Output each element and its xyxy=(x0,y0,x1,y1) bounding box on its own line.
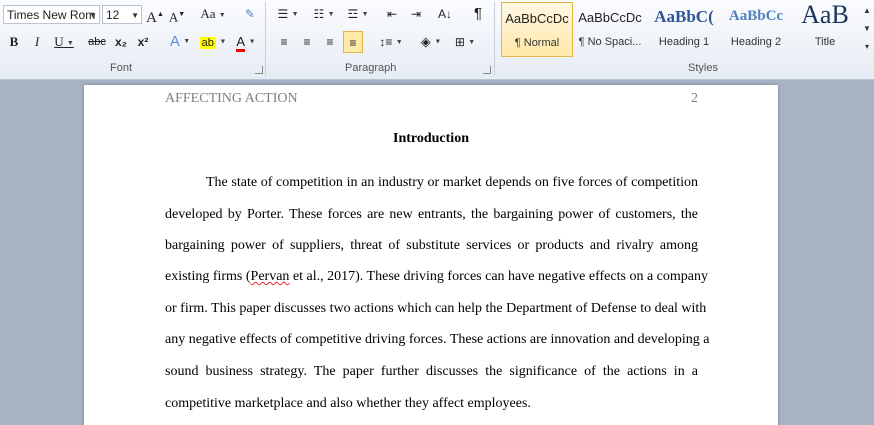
style-no-spacing[interactable]: AaBbCcDc ¶ No Spaci... xyxy=(574,2,646,57)
line-spacing-button[interactable]: ↕≡ ▼ xyxy=(376,31,406,53)
paragraph-dialog-launcher-icon[interactable] xyxy=(483,66,491,74)
paragraph-group-label: Paragraph xyxy=(345,62,397,74)
font-dialog-launcher-icon[interactable] xyxy=(255,66,263,74)
subscript-button[interactable]: x₂ xyxy=(112,31,130,53)
shrink-font-button[interactable]: A▼ xyxy=(168,3,186,25)
paragraph-line: competitive marketplace and also whether… xyxy=(165,396,531,411)
paragraph-line: developed by Porter. These forces are ne… xyxy=(165,207,698,222)
font-color-button[interactable]: A ▼ xyxy=(232,31,260,53)
bullets-button[interactable]: ☰ ▼ xyxy=(272,3,304,25)
highlight-button[interactable]: ab ▼ xyxy=(198,31,228,53)
gallery-up-icon[interactable]: ▲ xyxy=(860,2,874,20)
decrease-indent-button[interactable]: ⇤ xyxy=(382,3,402,25)
justify-button[interactable]: ≡ xyxy=(343,31,363,53)
font-name-value: Times New Rom xyxy=(7,8,96,22)
paragraph-line: existing firms (Pervan et al., 2017). Th… xyxy=(165,269,708,284)
shading-button[interactable]: ◈ ▼ xyxy=(416,31,446,53)
change-case-button[interactable]: Aa ▼ xyxy=(198,3,228,25)
multilevel-list-button[interactable]: ☲ ▼ xyxy=(342,3,374,25)
font-group-label: Font xyxy=(110,62,133,74)
group-divider xyxy=(494,2,495,76)
styles-gallery: AaBbCcDc ¶ Normal AaBbCcDc ¶ No Spaci...… xyxy=(500,0,874,59)
style-heading-1[interactable]: AaBbC( Heading 1 xyxy=(648,2,720,57)
align-right-button[interactable]: ≡ xyxy=(320,31,340,53)
grow-font-button[interactable]: A▲ xyxy=(146,3,164,26)
ribbon: Times New Rom ▼ 12 ▼ A▲ A▼ Aa ▼ ✎ B I U … xyxy=(0,0,874,80)
running-header: AFFECTING ACTION xyxy=(165,91,298,106)
gallery-more-icon[interactable]: ▾ xyxy=(860,38,874,56)
document-page[interactable]: AFFECTING ACTION 2 Introduction The stat… xyxy=(84,85,778,425)
style-normal[interactable]: AaBbCcDc ¶ Normal xyxy=(501,2,573,57)
style-heading-2[interactable]: AaBbCc Heading 2 xyxy=(720,2,792,57)
gallery-down-icon[interactable]: ▼ xyxy=(860,20,874,38)
spelling-error-mark[interactable]: Pervan xyxy=(251,269,290,284)
paragraph-line: bargaining power of suppliers, threat of… xyxy=(165,238,698,253)
italic-button[interactable]: I xyxy=(29,31,45,53)
section-heading: Introduction xyxy=(393,131,469,146)
styles-group-label: Styles xyxy=(688,62,718,74)
bold-button[interactable]: B xyxy=(6,31,22,53)
show-marks-button[interactable]: ¶ xyxy=(468,3,488,25)
highlighter-icon: ab xyxy=(199,37,216,49)
group-divider xyxy=(265,2,266,76)
chevron-down-icon[interactable]: ▼ xyxy=(131,6,139,25)
align-center-button[interactable]: ≡ xyxy=(297,31,317,53)
style-title[interactable]: AaB Title xyxy=(790,0,860,57)
increase-indent-button[interactable]: ⇥ xyxy=(406,3,426,25)
align-left-button[interactable]: ≡ xyxy=(274,31,294,53)
paragraph-line: or firm. This paper discusses two action… xyxy=(165,301,707,316)
font-size-combo[interactable]: 12 ▼ xyxy=(102,5,142,24)
paragraph-line: any negative effects of competitive driv… xyxy=(165,332,710,347)
paragraph-line: sound business strategy. The paper furth… xyxy=(165,364,698,379)
sort-button[interactable]: A↓ xyxy=(434,3,456,25)
page-number: 2 xyxy=(691,91,698,106)
paragraph-line: The state of competition in an industry … xyxy=(206,175,698,190)
chevron-down-icon[interactable]: ▼ xyxy=(89,6,97,25)
numbering-button[interactable]: ☷ ▼ xyxy=(308,3,340,25)
borders-button[interactable]: ⊞ ▼ xyxy=(450,31,480,53)
underline-button[interactable]: U ▼ xyxy=(52,31,76,53)
clear-formatting-button[interactable]: ✎ xyxy=(240,3,260,25)
text-effects-button[interactable]: A ▼ xyxy=(166,31,194,53)
superscript-button[interactable]: x² xyxy=(134,31,152,53)
strikethrough-button[interactable]: abc xyxy=(86,31,108,53)
font-size-value: 12 xyxy=(106,8,120,22)
font-name-combo[interactable]: Times New Rom ▼ xyxy=(3,5,100,24)
